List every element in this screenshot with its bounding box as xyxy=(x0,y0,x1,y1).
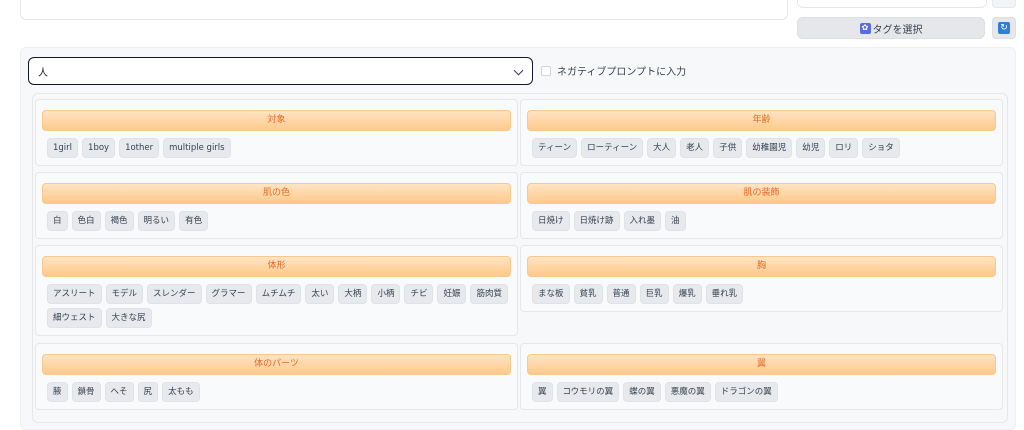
tag-chip[interactable]: ローティーン xyxy=(581,138,644,158)
negative-prompt-label: ネガティブプロンプトに入力 xyxy=(557,67,687,78)
tag-chip[interactable]: 太もも xyxy=(162,382,200,402)
chevron-down-icon xyxy=(513,65,524,76)
tag-chip[interactable]: 悪魔の翼 xyxy=(664,382,711,402)
tag-group-chips: アスリート モデル スレンダー グラマー ムチムチ 太い 大柄 小柄 チビ 妊娠 筋肉質細ウェスト大… xyxy=(47,284,509,328)
tag-chip[interactable]: 大きな尻 xyxy=(105,308,152,328)
tag-chip[interactable]: 日焼け xyxy=(532,211,570,231)
tag-chip[interactable]: スレンダー xyxy=(147,284,202,304)
tag-chip[interactable]: 1boy xyxy=(82,138,116,158)
tag-group-chips: ティーン ローティーン 大人 老人 子供 幼稚園児 幼児 ロリ ショタ xyxy=(532,138,994,158)
refresh-button[interactable]: ↻ xyxy=(992,17,1016,39)
tag-chip[interactable]: 腋 xyxy=(47,382,68,402)
tag-chip[interactable]: グラマー xyxy=(205,284,252,304)
tag-group: 年齢 ティーン ローティーン 大人 老人 子供 幼稚園児 幼児 ロリ ショタ xyxy=(520,99,1003,166)
tag-chip[interactable]: へそ xyxy=(104,382,134,402)
tag-chip[interactable]: 鎖骨 xyxy=(71,382,101,402)
tag-group-chips: 日焼け 日焼け跡 入れ墨油 xyxy=(532,211,994,231)
tag-chip[interactable]: 妊娠 xyxy=(437,284,467,304)
tag-icon: ✿ xyxy=(859,22,871,34)
tag-chip[interactable]: 太い xyxy=(305,284,335,304)
tag-chip[interactable]: 翼 xyxy=(532,382,553,402)
tag-groups-grid: 対象 1girl 1boy 1other multiple girls 年齢 ティーン… xyxy=(32,93,1008,423)
tag-chip[interactable]: 大人 xyxy=(647,138,677,158)
tag-chip[interactable]: 大柄 xyxy=(338,284,368,304)
tag-chip[interactable]: ティーン xyxy=(532,138,578,158)
tag-group-chips: 腋鎖骨 へそ尻太もも xyxy=(47,382,509,402)
tag-group: 肌の色 白色白 褐色 明るい 有色 xyxy=(35,172,518,239)
tag-chip[interactable]: 油 xyxy=(665,211,686,231)
tag-group-header[interactable]: 体形 xyxy=(42,256,511,277)
tag-group-chips: 1girl 1boy 1other multiple girls xyxy=(47,138,509,158)
tag-chip[interactable]: チビ xyxy=(404,284,434,304)
tag-chip[interactable]: 日焼け跡 xyxy=(573,211,620,231)
tag-chip[interactable]: multiple girls xyxy=(163,138,231,158)
tag-group: 翼 翼コウモリの翼 蝶の翼 悪魔の翼 ドラゴンの翼 xyxy=(520,343,1003,410)
tag-group: 肌の装飾 日焼け 日焼け跡 入れ墨油 xyxy=(520,172,1003,239)
tag-chip[interactable]: 入れ墨 xyxy=(623,211,662,231)
tag-chip[interactable]: 垂れ乳 xyxy=(705,284,744,304)
tag-chip[interactable]: 尻 xyxy=(137,382,159,402)
tag-chip[interactable]: 幼稚園児 xyxy=(746,138,793,158)
tag-group-chips: 白色白 褐色 明るい 有色 xyxy=(47,211,509,231)
tag-chip[interactable]: 1other xyxy=(119,138,160,158)
tag-group: 対象 1girl 1boy 1other multiple girls xyxy=(35,99,518,166)
tag-group-header[interactable]: 肌の色 xyxy=(42,183,511,204)
tag-chip[interactable]: 爆乳 xyxy=(672,284,702,304)
select-tags-label: タグを選択 xyxy=(872,24,923,36)
tag-chip[interactable]: ショタ xyxy=(862,138,900,158)
tag-chip[interactable]: 筋肉質 xyxy=(470,284,508,304)
category-dropdown-value: 人 xyxy=(38,67,48,79)
tag-chip[interactable]: 明るい xyxy=(137,211,176,231)
tag-group-header[interactable]: 翼 xyxy=(527,354,996,375)
tag-chip[interactable]: 幼児 xyxy=(796,138,826,158)
prompt-textarea[interactable] xyxy=(20,0,788,20)
tag-chip[interactable]: ドラゴンの翼 xyxy=(714,382,778,402)
tag-chip[interactable]: 白 xyxy=(47,211,68,231)
tag-group: 胸 まな板 貧乳 普通 巨乳 爆乳 垂れ乳 xyxy=(520,245,1003,312)
tag-chip[interactable]: まな板 xyxy=(532,284,570,304)
tag-chip[interactable]: 色白 xyxy=(71,211,101,231)
tag-chip[interactable]: 細ウェスト xyxy=(47,308,102,328)
tag-chip[interactable]: コウモリの翼 xyxy=(556,382,620,402)
tag-group-chips: まな板 貧乳 普通 巨乳 爆乳 垂れ乳 xyxy=(532,284,994,304)
tag-group: 体のパーツ 腋鎖骨 へそ尻太もも xyxy=(35,343,518,410)
tag-chip[interactable]: ロリ xyxy=(829,138,859,158)
top-right-field[interactable] xyxy=(797,0,987,8)
tag-chip[interactable]: アスリート xyxy=(47,284,102,304)
tag-chip[interactable]: 巨乳 xyxy=(639,284,669,304)
tag-group-header[interactable]: 肌の装飾 xyxy=(527,183,996,204)
tag-chip[interactable]: 老人 xyxy=(680,138,710,158)
tag-chip[interactable]: ムチムチ xyxy=(255,284,302,304)
tag-chip[interactable]: 小柄 xyxy=(371,284,401,304)
refresh-icon: ↻ xyxy=(998,22,1010,34)
tag-group-header[interactable]: 対象 xyxy=(42,110,511,131)
tag-chip[interactable]: 蝶の翼 xyxy=(623,382,661,402)
tag-group-chips: 翼コウモリの翼 蝶の翼 悪魔の翼 ドラゴンの翼 xyxy=(532,382,994,402)
tag-chip[interactable]: モデル xyxy=(105,284,144,304)
tag-chip[interactable]: 子供 xyxy=(713,138,743,158)
tag-group-header[interactable]: 年齢 xyxy=(527,110,996,131)
negative-prompt-checkbox[interactable] xyxy=(541,66,551,76)
top-right-small-button[interactable] xyxy=(992,0,1016,8)
category-dropdown[interactable]: 人 xyxy=(28,57,533,85)
tag-chip[interactable]: 貧乳 xyxy=(573,284,603,304)
tag-chip[interactable]: 有色 xyxy=(179,211,209,231)
tag-chip[interactable]: 褐色 xyxy=(104,211,134,231)
tag-group: 体形 アスリート モデル スレンダー グラマー ムチムチ 太い 大柄 小柄 チビ 妊娠 筋肉質細ウェ… xyxy=(35,245,518,336)
tag-chip[interactable]: 普通 xyxy=(606,284,636,304)
select-tags-button[interactable]: ✿ タグを選択 xyxy=(797,17,985,39)
tag-group-header[interactable]: 胸 xyxy=(527,256,996,277)
tag-chip[interactable]: 1girl xyxy=(47,138,79,158)
tag-panel: 人 ネガティブプロンプトに入力 対象 1girl 1boy 1other multip… xyxy=(20,47,1016,430)
tag-group-header[interactable]: 体のパーツ xyxy=(42,354,511,375)
